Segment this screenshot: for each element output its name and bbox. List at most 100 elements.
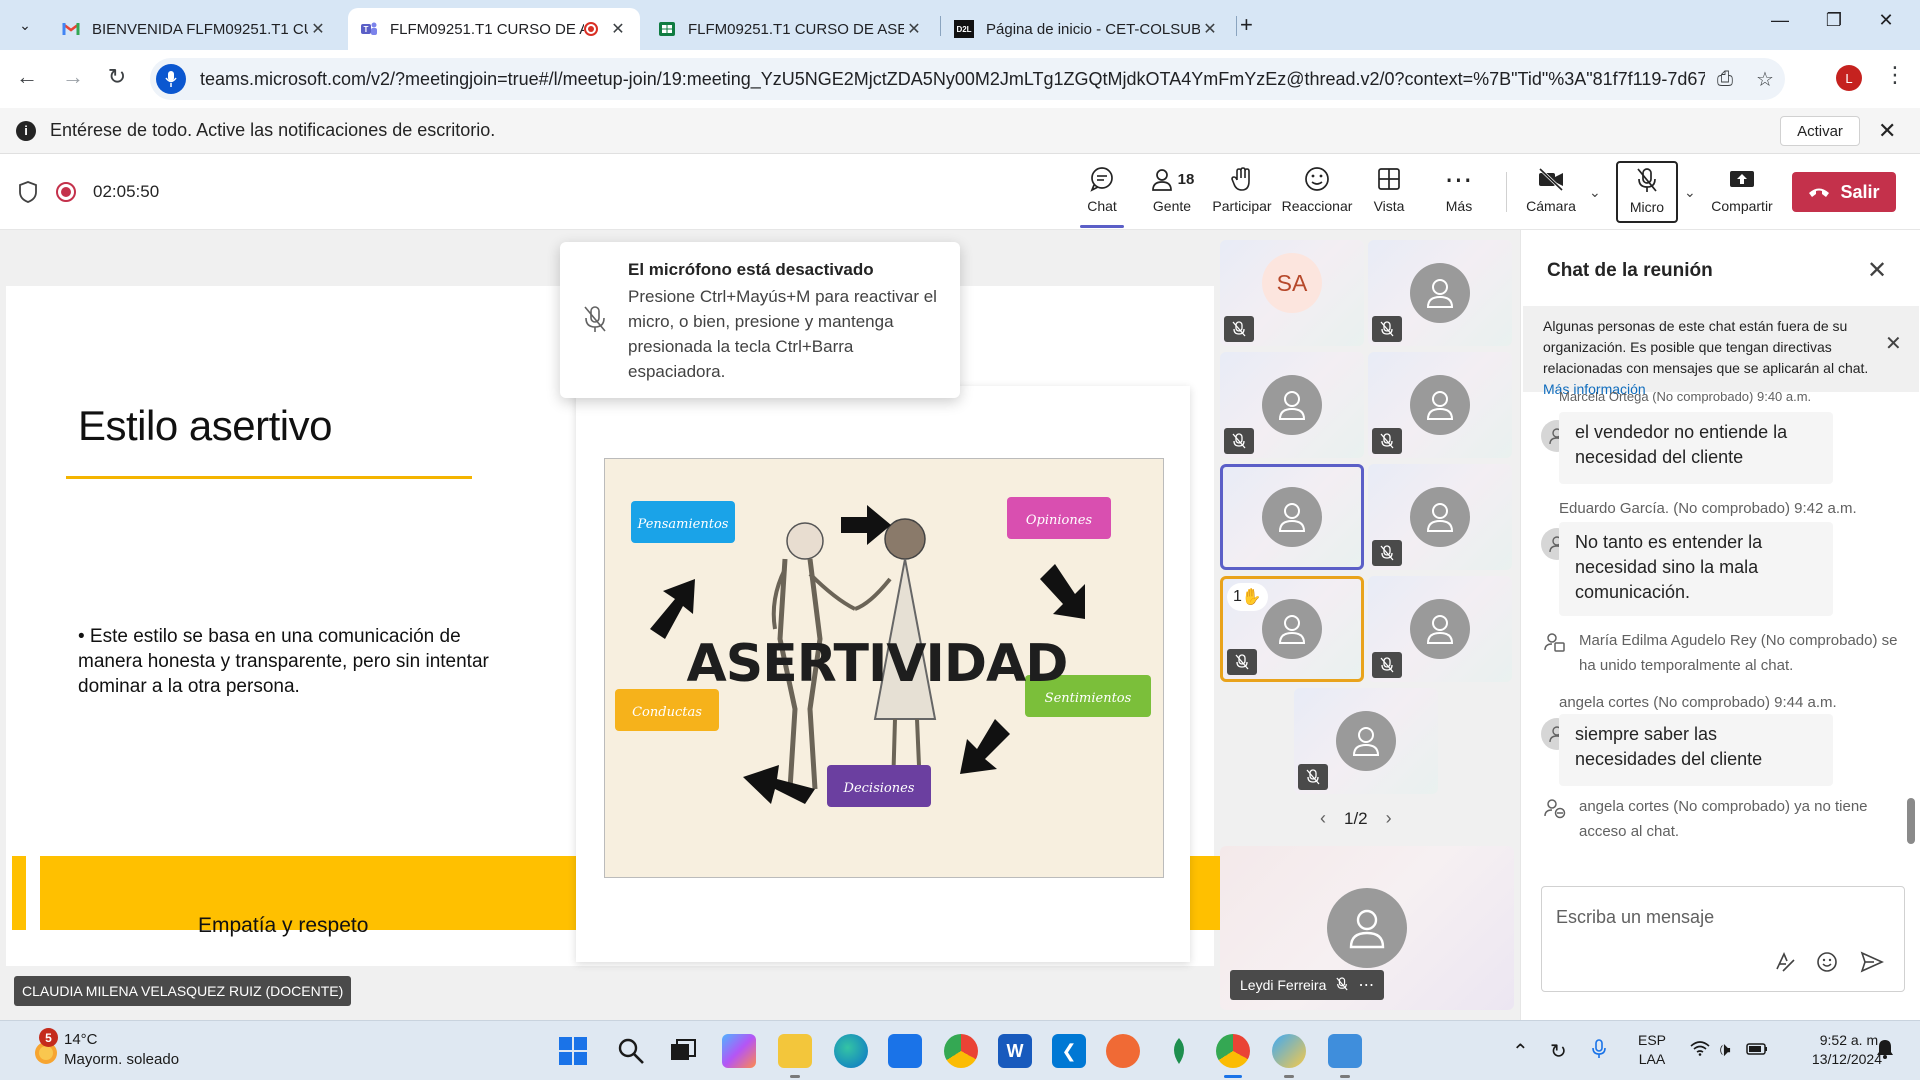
chat-message-bubble[interactable]: siempre saber las necesidades del client…: [1559, 714, 1833, 786]
battery-icon[interactable]: [1746, 1039, 1768, 1062]
running-indicator: [1284, 1075, 1294, 1078]
activate-notifications-button[interactable]: Activar: [1780, 116, 1860, 146]
window-close-icon[interactable]: ✕: [1866, 10, 1906, 31]
share-button[interactable]: Compartir: [1706, 162, 1778, 222]
participant-tile[interactable]: SA: [1220, 240, 1364, 346]
camera-options-chevron-icon[interactable]: ⌄: [1589, 184, 1601, 201]
input-language[interactable]: ESP LAA: [1638, 1031, 1666, 1069]
chrome-icon[interactable]: [944, 1034, 978, 1068]
file-explorer-icon[interactable]: [778, 1034, 812, 1078]
minimize-icon[interactable]: —: [1760, 10, 1800, 31]
emoji-icon[interactable]: [1816, 951, 1838, 979]
profile-avatar[interactable]: L: [1836, 65, 1862, 91]
participant-tile-speaking[interactable]: [1220, 464, 1364, 570]
chat-message-bubble[interactable]: No tanto es entender la necesidad sino l…: [1559, 522, 1833, 616]
browser-tab-sheets[interactable]: FLFM09251.T1 CURSO DE ASES ✕: [646, 8, 936, 50]
microphone-in-use-icon[interactable]: [156, 64, 186, 94]
leaf-app-icon[interactable]: [1162, 1034, 1196, 1068]
search-icon[interactable]: [614, 1034, 648, 1068]
leave-button[interactable]: Salir: [1792, 172, 1896, 212]
task-view-icon[interactable]: [666, 1034, 700, 1068]
back-icon[interactable]: ←: [12, 64, 42, 90]
browser-tab-teams[interactable]: T FLFM09251.T1 CURSO DE A ✕: [348, 8, 640, 50]
microsoft-store-icon[interactable]: [888, 1034, 922, 1068]
self-video-tile[interactable]: Leydi Ferreira ⋯: [1220, 846, 1514, 1010]
running-indicator: [790, 1075, 800, 1078]
person-avatar-icon: [1410, 487, 1470, 547]
browser-tab-d2l[interactable]: D2L Página de inicio - CET-COLSUBS ✕: [942, 8, 1232, 50]
new-tab-button[interactable]: +: [1240, 12, 1253, 38]
mic-button[interactable]: Micro: [1616, 161, 1678, 223]
participant-tile[interactable]: [1294, 688, 1438, 794]
volume-icon[interactable]: 🕩: [1718, 1039, 1731, 1062]
chat-scrollbar[interactable]: [1907, 798, 1915, 844]
view-button[interactable]: Vista: [1353, 162, 1425, 222]
participant-tile-hand-raised[interactable]: 1 ✋: [1220, 576, 1364, 682]
restore-icon[interactable]: ❐: [1814, 10, 1854, 31]
chat-message-bubble[interactable]: el vendedor no entiende la necesidad del…: [1559, 412, 1833, 484]
participant-tile[interactable]: [1368, 352, 1512, 458]
vscode-icon[interactable]: ❮: [1052, 1034, 1086, 1068]
chevron-right-icon[interactable]: ›: [1386, 808, 1392, 829]
close-icon[interactable]: ✕: [1200, 19, 1220, 39]
sync-icon[interactable]: ↻: [1550, 1039, 1567, 1064]
mic-options-chevron-icon[interactable]: ⌄: [1684, 184, 1696, 201]
participant-tile[interactable]: [1368, 464, 1512, 570]
word-icon[interactable]: W: [998, 1034, 1032, 1068]
compose-placeholder[interactable]: Escriba un mensaje: [1556, 907, 1714, 928]
shield-icon[interactable]: [18, 181, 38, 203]
close-icon[interactable]: ✕: [904, 19, 924, 39]
app-icon[interactable]: [1106, 1034, 1140, 1068]
install-app-icon[interactable]: ⎙: [1705, 68, 1745, 91]
send-icon[interactable]: [1860, 951, 1884, 979]
format-text-icon[interactable]: [1774, 951, 1796, 979]
app-icon[interactable]: [1272, 1034, 1306, 1078]
chevron-left-icon[interactable]: ‹: [1320, 808, 1326, 829]
forward-icon[interactable]: →: [58, 64, 88, 90]
browser-tab-gmail[interactable]: BIENVENIDA FLFM09251.T1 CU ✕: [50, 8, 340, 50]
mic-muted-toast: El micrófono está desactivado Presione C…: [560, 242, 960, 398]
raise-hand-button[interactable]: Participar: [1206, 162, 1278, 222]
camera-button[interactable]: Cámara: [1515, 162, 1587, 222]
copilot-icon[interactable]: [722, 1034, 756, 1068]
wifi-icon[interactable]: [1690, 1039, 1710, 1062]
edge-icon[interactable]: [834, 1034, 868, 1068]
people-button[interactable]: 18 Gente: [1136, 162, 1208, 222]
gmail-icon: [62, 20, 80, 38]
weather-condition[interactable]: Mayorm. soleado: [64, 1051, 179, 1068]
participant-tile[interactable]: [1368, 576, 1512, 682]
chevron-up-icon[interactable]: ⌃: [1512, 1039, 1529, 1064]
tab-search-button[interactable]: ⌄: [8, 9, 42, 41]
notifications-bell-icon[interactable]: [1876, 1039, 1894, 1065]
close-icon[interactable]: ✕: [308, 19, 328, 39]
hand-icon: [1230, 162, 1254, 196]
chat-button[interactable]: Chat: [1066, 162, 1138, 228]
close-icon[interactable]: ✕: [1878, 118, 1896, 144]
bookmark-star-icon[interactable]: ☆: [1745, 67, 1785, 92]
browser-menu-icon[interactable]: ⋮: [1884, 62, 1906, 88]
system-clock[interactable]: 9:52 a. m. 13/12/2024: [1794, 1031, 1882, 1069]
reload-icon[interactable]: ↻: [102, 64, 132, 90]
arrow-icon: [841, 505, 891, 545]
participant-tile[interactable]: [1220, 352, 1364, 458]
close-icon[interactable]: ✕: [1867, 256, 1887, 285]
weather-temperature[interactable]: 14°C: [64, 1031, 98, 1048]
raised-hand-icon: ✋: [1241, 589, 1262, 606]
mic-off-icon: [1372, 428, 1402, 454]
microphone-icon[interactable]: [1592, 1039, 1606, 1065]
meeting-timer: 02:05:50: [93, 182, 160, 201]
tab-title: FLFM09251.T1 CURSO DE ASES: [688, 20, 904, 38]
windows-start-icon[interactable]: [556, 1034, 590, 1068]
close-icon[interactable]: ✕: [1885, 334, 1902, 355]
self-more-options-icon[interactable]: ⋯: [1358, 975, 1374, 995]
more-button[interactable]: ⋯ Más: [1423, 162, 1495, 222]
slide-image-card: Pensamientos Opiniones Sentimientos Deci…: [576, 386, 1190, 962]
participant-tile[interactable]: [1368, 240, 1512, 346]
url-text[interactable]: teams.microsoft.com/v2/?meetingjoin=true…: [200, 69, 1705, 90]
react-button[interactable]: Reaccionar: [1279, 162, 1355, 222]
omnibox[interactable]: teams.microsoft.com/v2/?meetingjoin=true…: [150, 58, 1785, 100]
message-compose-box[interactable]: Escriba un mensaje: [1541, 886, 1905, 992]
chrome-profile-icon[interactable]: [1216, 1034, 1250, 1078]
photos-icon[interactable]: [1328, 1034, 1362, 1078]
close-icon[interactable]: ✕: [608, 19, 628, 39]
